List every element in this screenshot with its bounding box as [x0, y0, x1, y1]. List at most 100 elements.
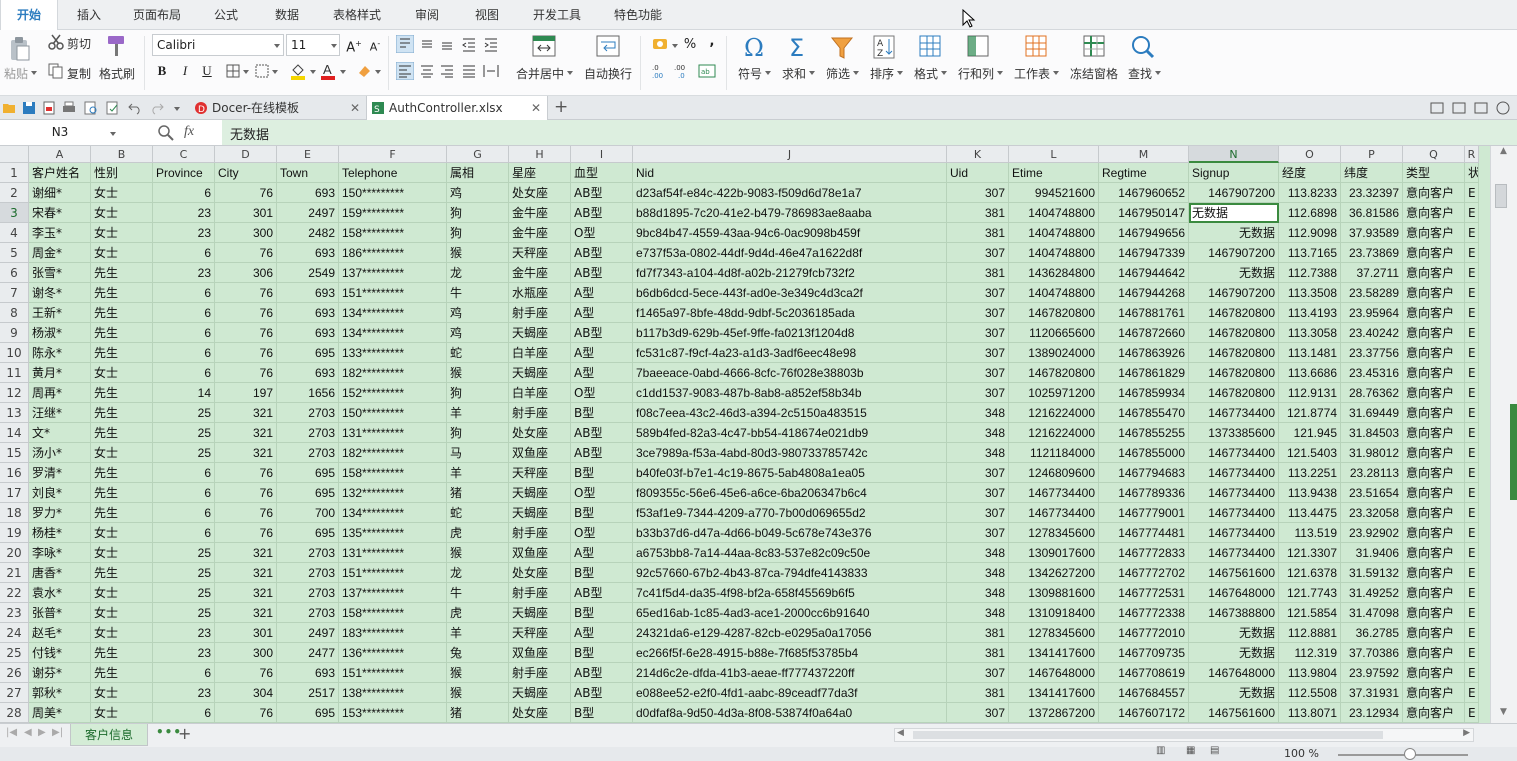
table-cell[interactable]: 306	[215, 263, 277, 283]
table-cell[interactable]: 23.97592	[1341, 663, 1403, 683]
table-cell[interactable]: A型	[571, 543, 633, 563]
table-cell[interactable]: 汪继*	[29, 403, 91, 423]
header-cell[interactable]: Regtime	[1099, 163, 1189, 183]
table-cell[interactable]: 381	[947, 223, 1009, 243]
row-header[interactable]: 18	[0, 503, 29, 523]
table-cell[interactable]: 6	[153, 183, 215, 203]
table-cell[interactable]: AB型	[571, 683, 633, 703]
symbol-dropdown-icon[interactable]	[765, 71, 771, 75]
table-cell[interactable]: 龙	[447, 263, 509, 283]
table-cell[interactable]: B型	[571, 703, 633, 723]
table-cell[interactable]: 152*********	[339, 383, 447, 403]
table-cell[interactable]: 1372867200	[1009, 703, 1099, 723]
add-sheet-icon[interactable]: +	[178, 724, 191, 743]
table-cell[interactable]: 1467859934	[1099, 383, 1189, 403]
currency-dropdown-icon[interactable]	[672, 44, 678, 48]
table-cell[interactable]: 693	[277, 243, 339, 263]
hscroll-thumb[interactable]	[913, 731, 1383, 739]
header-cell[interactable]: 客户姓名	[29, 163, 91, 183]
name-box-dropdown-icon[interactable]	[110, 132, 116, 136]
table-cell[interactable]: 羊	[447, 623, 509, 643]
table-cell[interactable]: 1467820800	[1189, 323, 1279, 343]
table-cell[interactable]: 意向客户	[1403, 683, 1465, 703]
justify-icon[interactable]	[460, 62, 478, 80]
table-cell[interactable]: 天蝎座	[509, 603, 571, 623]
row-header[interactable]: 22	[0, 583, 29, 603]
table-cell[interactable]: 1404748800	[1009, 203, 1099, 223]
row-header[interactable]: 6	[0, 263, 29, 283]
table-cell[interactable]: 付钱*	[29, 643, 91, 663]
table-cell[interactable]: B型	[571, 643, 633, 663]
view-layout-icon[interactable]: ▦	[1186, 745, 1195, 756]
table-cell[interactable]: 1467855470	[1099, 403, 1189, 423]
table-cell[interactable]: 23.73869	[1341, 243, 1403, 263]
table-cell[interactable]: E	[1465, 643, 1479, 663]
help-icon[interactable]	[1496, 101, 1510, 115]
paste-icon[interactable]	[8, 36, 32, 62]
table-cell[interactable]: 先生	[91, 463, 153, 483]
column-header[interactable]: D	[215, 146, 277, 163]
table-cell[interactable]: e737f53a-0802-44df-9d4d-46e47a1622d8f	[633, 243, 947, 263]
table-cell[interactable]: 158*********	[339, 463, 447, 483]
table-cell[interactable]: 186*********	[339, 243, 447, 263]
table-cell[interactable]: 307	[947, 463, 1009, 483]
ribbon-tab[interactable]: 插入	[60, 0, 118, 30]
table-cell[interactable]: 1467907200	[1189, 183, 1279, 203]
cell-style-icon[interactable]	[255, 64, 269, 78]
border-dropdown-icon[interactable]	[243, 70, 249, 74]
table-cell[interactable]: 994521600	[1009, 183, 1099, 203]
table-cell[interactable]: a6753bb8-7a14-44aa-8c83-537e82c09c50e	[633, 543, 947, 563]
row-header[interactable]: 27	[0, 683, 29, 703]
table-cell[interactable]: 28.76362	[1341, 383, 1403, 403]
underline-button[interactable]: U	[197, 61, 217, 81]
next-sheet-icon[interactable]: ▶	[38, 727, 46, 738]
table-cell[interactable]: 意向客户	[1403, 383, 1465, 403]
table-cell[interactable]: 693	[277, 363, 339, 383]
table-cell[interactable]: 宋春*	[29, 203, 91, 223]
table-cell[interactable]: 1467820800	[1009, 363, 1099, 383]
table-cell[interactable]: 300	[215, 223, 277, 243]
font-shrink-icon[interactable]: A-	[365, 34, 385, 54]
export-pdf-icon[interactable]	[42, 101, 56, 115]
table-cell[interactable]: 1467907200	[1189, 243, 1279, 263]
table-cell[interactable]: 321	[215, 563, 277, 583]
table-cell[interactable]: 意向客户	[1403, 343, 1465, 363]
scroll-down-icon[interactable]: ▼	[1500, 707, 1507, 717]
table-cell[interactable]: 罗清*	[29, 463, 91, 483]
table-cell[interactable]: 23.37756	[1341, 343, 1403, 363]
table-cell[interactable]: 女士	[91, 703, 153, 723]
table-cell[interactable]: 猴	[447, 663, 509, 683]
table-cell[interactable]: 693	[277, 323, 339, 343]
table-cell[interactable]: 1467779001	[1099, 503, 1189, 523]
table-cell[interactable]: 23.12934	[1341, 703, 1403, 723]
close-icon[interactable]: ✕	[350, 96, 360, 120]
symbol-icon[interactable]: Ω	[742, 34, 768, 62]
table-cell[interactable]: 意向客户	[1403, 283, 1465, 303]
table-cell[interactable]: 狗	[447, 223, 509, 243]
row-header[interactable]: 3	[0, 203, 29, 223]
table-cell[interactable]: 王新*	[29, 303, 91, 323]
column-header[interactable]: H	[509, 146, 571, 163]
table-cell[interactable]: 348	[947, 443, 1009, 463]
table-cell[interactable]: 23.40242	[1341, 323, 1403, 343]
table-cell[interactable]: 23	[153, 683, 215, 703]
table-cell[interactable]: 2703	[277, 563, 339, 583]
table-cell[interactable]: 23.32058	[1341, 503, 1403, 523]
table-cell[interactable]: d0dfaf8a-9d50-4d3a-8f08-53874f0a64a0	[633, 703, 947, 723]
table-cell[interactable]: 2703	[277, 543, 339, 563]
table-cell[interactable]: 6	[153, 243, 215, 263]
save-icon[interactable]	[22, 101, 36, 115]
ribbon-tab[interactable]: 特色功能	[598, 0, 678, 30]
table-cell[interactable]: 37.31931	[1341, 683, 1403, 703]
table-cell[interactable]: 无数据	[1189, 643, 1279, 663]
distribute-icon[interactable]	[482, 62, 500, 80]
table-cell[interactable]: 女士	[91, 443, 153, 463]
table-cell[interactable]: 射手座	[509, 403, 571, 423]
table-cell[interactable]: 25	[153, 603, 215, 623]
table-cell[interactable]: 76	[215, 303, 277, 323]
column-header[interactable]: C	[153, 146, 215, 163]
table-cell[interactable]: 307	[947, 523, 1009, 543]
table-cell[interactable]: 307	[947, 503, 1009, 523]
table-cell[interactable]: 6	[153, 663, 215, 683]
table-cell[interactable]: f809355c-56e6-45e6-a6ce-6ba206347b6c4	[633, 483, 947, 503]
